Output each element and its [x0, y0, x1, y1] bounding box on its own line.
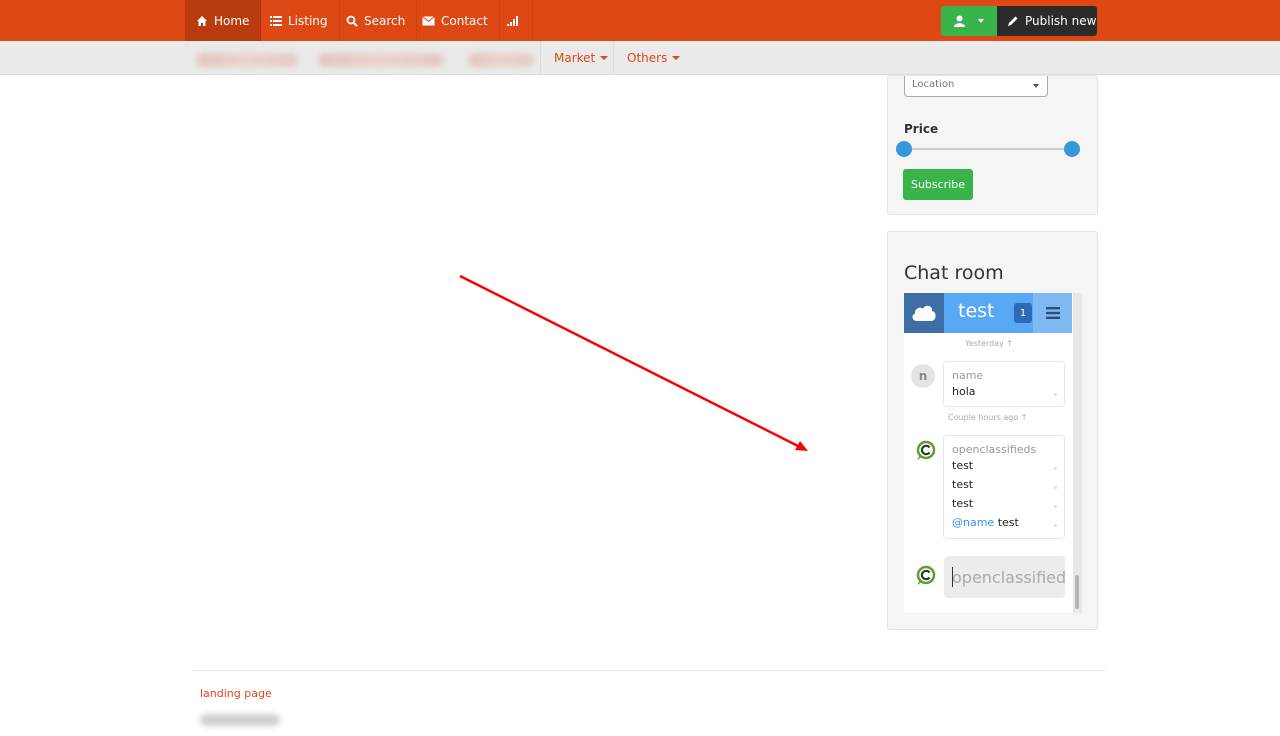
message-text: test: [952, 459, 974, 472]
message-author[interactable]: openclassifieds: [952, 443, 1036, 456]
landing-page-link[interactable]: landing page: [200, 687, 272, 700]
message-author[interactable]: name: [952, 369, 983, 382]
caret-down-icon: [600, 56, 609, 60]
nav-listing[interactable]: Listing: [259, 0, 340, 41]
mention-text: test: [994, 516, 1019, 529]
nav-contact[interactable]: Contact: [411, 0, 500, 41]
text-cursor: [952, 567, 953, 587]
message-status-dot: [1054, 467, 1057, 470]
blurred-category[interactable]: [318, 53, 444, 67]
chat-room-name[interactable]: test: [958, 300, 995, 322]
timestamp-couple-hours[interactable]: Couple hours ago ↑: [948, 413, 1027, 422]
message-status-dot: [1054, 486, 1057, 489]
avatar[interactable]: n: [911, 364, 935, 388]
message-bubble: openclassifieds test test test @name tes…: [943, 435, 1065, 539]
search-icon: [346, 15, 358, 27]
chat-scrollbar[interactable]: [1073, 293, 1082, 613]
cloud-icon[interactable]: [904, 293, 944, 333]
price-label: Price: [904, 122, 939, 136]
message-status-dot: [1054, 393, 1057, 396]
scrollbar-thumb[interactable]: [1075, 575, 1079, 609]
message-text: test: [952, 497, 974, 510]
user-menu-button[interactable]: [941, 6, 997, 36]
chat-panel: Chat room test 1 Yesterday ↑ n name hola…: [887, 231, 1098, 630]
message-status-dot: [1054, 524, 1057, 527]
price-slider-max-handle[interactable]: [1064, 141, 1080, 157]
home-icon: [197, 15, 207, 26]
chevron-down-icon: [978, 19, 985, 23]
chevron-down-icon: [1033, 84, 1039, 88]
location-select[interactable]: Location: [904, 76, 1048, 97]
subnav-others[interactable]: Others: [613, 41, 693, 75]
top-navbar: Home Listing Search Contact Publish new: [0, 0, 1280, 41]
openclassifieds-avatar-icon[interactable]: [914, 440, 936, 462]
envelope-icon: [422, 15, 435, 25]
message-text: @name test: [952, 516, 1019, 529]
chat-room-title: Chat room: [904, 262, 1004, 284]
message-text: hola: [952, 385, 976, 398]
subnav-others-label: Others: [627, 51, 668, 65]
blurred-category[interactable]: [468, 53, 534, 67]
unread-count-badge[interactable]: 1: [1014, 303, 1032, 323]
chat-widget: test 1 Yesterday ↑ n name hola Couple ho…: [904, 293, 1082, 613]
chat-message-input[interactable]: openclassifieds: [944, 556, 1065, 598]
nav-home-label: Home: [214, 13, 250, 28]
pencil-icon: [1008, 16, 1018, 26]
nav-contact-label: Contact: [441, 13, 488, 28]
nav-home[interactable]: Home: [185, 0, 262, 41]
nav-search-label: Search: [364, 13, 406, 28]
hamburger-menu-icon[interactable]: [1033, 293, 1072, 333]
location-select-label: Location: [912, 79, 955, 90]
blurred-footer-text: [200, 714, 280, 726]
search-panel: Location Price Subscribe: [887, 75, 1098, 215]
user-mention[interactable]: @name: [952, 516, 994, 529]
footer-divider: [193, 670, 1105, 671]
price-slider-min-handle[interactable]: [896, 141, 912, 157]
user-icon: [953, 15, 965, 27]
publish-new-button[interactable]: Publish new: [997, 6, 1097, 36]
category-navbar: Market Others: [0, 41, 1280, 75]
chat-input-placeholder: openclassifieds: [952, 568, 1065, 587]
publish-new-label: Publish new: [1025, 14, 1097, 28]
nav-listing-label: Listing: [288, 13, 328, 28]
openclassifieds-avatar-icon: [916, 565, 936, 585]
list-icon: [270, 15, 282, 26]
chat-header: test 1: [904, 293, 1072, 333]
subnav-market[interactable]: Market: [540, 41, 621, 75]
blurred-category[interactable]: [196, 53, 298, 67]
message-bubble: name hola: [943, 361, 1065, 407]
caret-down-icon: [672, 56, 681, 60]
message-status-dot: [1054, 505, 1057, 508]
price-slider-track[interactable]: [904, 148, 1072, 150]
nav-stats[interactable]: [494, 0, 533, 41]
message-text: test: [952, 478, 974, 491]
subnav-market-label: Market: [554, 51, 596, 65]
subscribe-button[interactable]: Subscribe: [903, 169, 973, 200]
timestamp-yesterday[interactable]: Yesterday ↑: [965, 339, 1013, 348]
nav-search[interactable]: Search: [335, 0, 418, 41]
signal-icon: [507, 15, 518, 26]
